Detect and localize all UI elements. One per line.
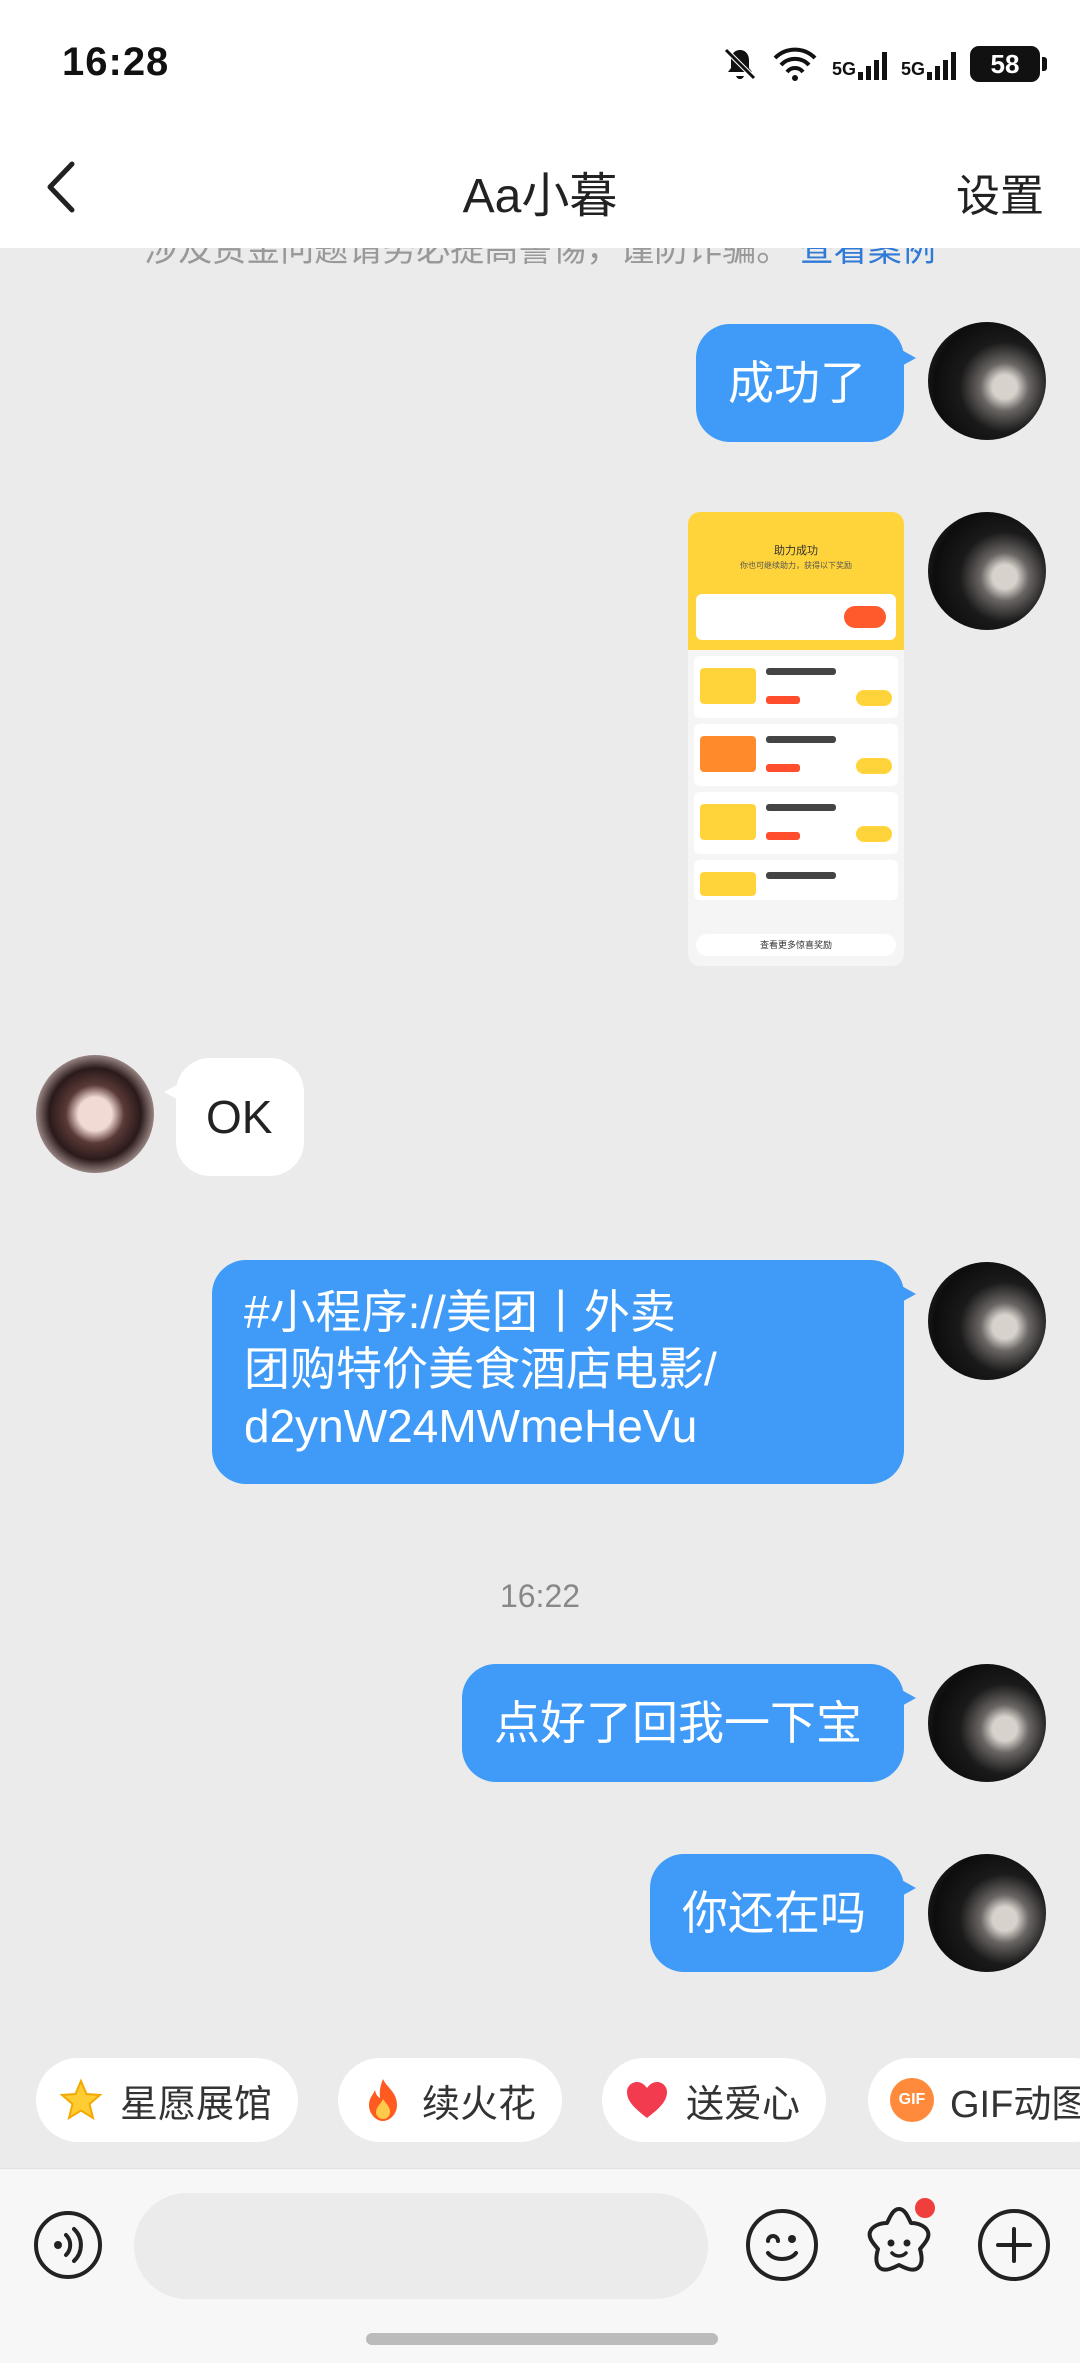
status-bar: 16:28 5G 5G 58	[0, 0, 1080, 130]
signal-sim2-icon: 5G	[901, 48, 956, 80]
message-bubble[interactable]: 点好了回我一下宝	[462, 1664, 916, 1782]
chip-label: 续火花	[422, 2083, 537, 2126]
notice-text: 涉及资金问题请务必提高警惕，谨防诈骗。	[144, 248, 791, 269]
battery-icon: 58	[970, 46, 1047, 82]
thumb-title: 助力成功	[774, 545, 818, 557]
fire-icon	[360, 2077, 406, 2123]
mute-bell-icon	[724, 48, 756, 80]
security-notice: 涉及资金问题请务必提高警惕，谨防诈骗。 查看案例	[0, 248, 1080, 272]
star-icon	[58, 2077, 104, 2123]
avatar[interactable]	[928, 1664, 1046, 1782]
signal-sim1-icon: 5G	[832, 48, 887, 80]
message-input[interactable]	[134, 2193, 708, 2299]
quick-actions: 星愿展馆 续火花 送爱心 GIF GIF动图	[0, 2058, 1080, 2144]
avatar[interactable]	[928, 322, 1046, 440]
heart-icon	[624, 2077, 670, 2123]
message-bubble[interactable]: 你还在吗	[650, 1854, 916, 1972]
avatar[interactable]	[928, 1854, 1046, 1972]
message-bubble[interactable]: 成功了	[696, 324, 916, 442]
chat-title: Aa小暮	[462, 170, 618, 223]
settings-button[interactable]: 设置	[956, 160, 1044, 224]
notice-link[interactable]: 查看案例	[800, 248, 936, 269]
chip-continue-spark[interactable]: 续火花	[338, 2058, 563, 2142]
chip-star-gallery[interactable]: 星愿展馆	[36, 2058, 299, 2142]
home-indicator[interactable]	[366, 2333, 718, 2345]
message-text: OK	[206, 1091, 273, 1143]
image-message[interactable]: 助力成功 你也可继续助力，获得以下奖励 查看更多惊喜奖励	[688, 512, 904, 966]
gif-icon: GIF	[890, 2078, 934, 2122]
chip-label: 送爱心	[686, 2083, 801, 2126]
status-time: 16:28	[62, 40, 170, 84]
message-bubble[interactable]: OK	[164, 1058, 304, 1176]
input-bar	[0, 2168, 1080, 2363]
contact-avatar[interactable]	[36, 1055, 154, 1173]
chip-send-heart[interactable]: 送爱心	[602, 2058, 827, 2142]
thumb-more: 查看更多惊喜奖励	[696, 934, 896, 956]
chip-label: GIF动图	[950, 2083, 1080, 2126]
emoji-icon[interactable]	[744, 2207, 820, 2283]
message-text: 成功了	[728, 357, 866, 409]
avatar[interactable]	[928, 1262, 1046, 1380]
notification-dot	[912, 2195, 938, 2221]
message-text: 你还在吗	[682, 1887, 866, 1939]
message-line: #小程序://美团丨外卖	[244, 1286, 676, 1338]
voice-icon[interactable]	[32, 2209, 104, 2281]
message-line: 团购特价美食酒店电影/	[244, 1343, 717, 1395]
wifi-icon	[773, 47, 817, 81]
chip-gif[interactable]: GIF GIF动图	[868, 2058, 1080, 2142]
mini-program-link-bubble[interactable]: #小程序://美团丨外卖 团购特价美食酒店电影/ d2ynW24MWmeHeVu	[212, 1260, 916, 1484]
message-text: 点好了回我一下宝	[494, 1697, 862, 1749]
message-timestamp: 16:22	[499, 1578, 581, 1614]
avatar[interactable]	[928, 512, 1046, 630]
message-line: d2ynW24MWmeHeVu	[244, 1400, 698, 1452]
chip-label: 星愿展馆	[120, 2083, 273, 2126]
chat-header: Aa小暮 设置	[0, 130, 1080, 248]
thumb-sub: 你也可继续助力，获得以下奖励	[740, 561, 852, 570]
plus-icon[interactable]	[976, 2207, 1052, 2283]
status-icons: 5G 5G 58	[722, 42, 1047, 86]
